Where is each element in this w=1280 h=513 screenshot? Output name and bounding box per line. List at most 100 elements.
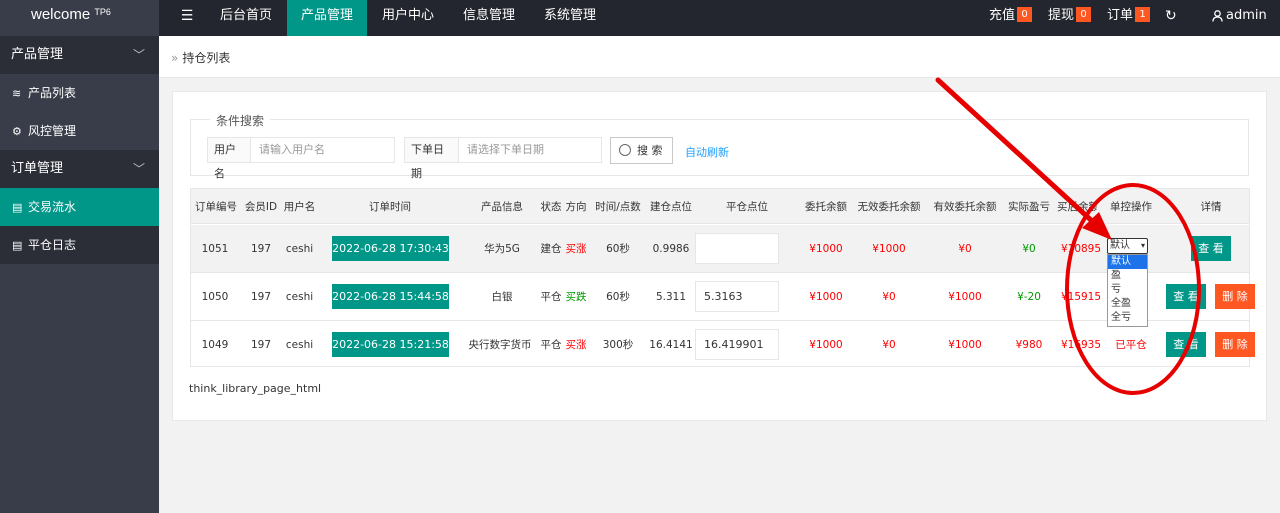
view-button[interactable]: 查 看 [1166,332,1206,357]
cell-status: 平仓 [540,291,562,303]
cell-pnl: ¥0 [1022,243,1036,255]
recharge-label: 充值 [989,8,1016,23]
single-op-select[interactable]: 默认 ▾ [1107,238,1148,254]
cell-pnl: ¥980 [1015,339,1043,351]
user-name: admin [1226,8,1267,23]
table-row: 1049 197 ceshi 2022-06-28 15:21:58 央行数字货… [191,321,1255,369]
recharge-badge: 0 [1017,7,1033,22]
app-logo[interactable]: welcome TP6 [0,0,159,36]
cell-username: ceshi [285,339,314,351]
cell-open-price: 0.9986 [652,243,690,255]
search-legend: 条件搜索 [210,112,271,129]
cell-product: 央行数字货币 [468,339,532,351]
sidebar-item-risk[interactable]: ⚙ 风控管理 [0,112,159,150]
main-panel: 条件搜索 用户名 请输入用户名 下单日期 请选择下单日期 搜 索 自动刷新 订单… [172,91,1267,421]
orders-badge: 1 [1135,7,1151,22]
sidebar-group-label: 订单管理 [11,161,64,176]
username-label: 用户名 [207,137,251,180]
sidebar-item-product-list[interactable]: ≋ 产品列表 [0,74,159,112]
closed-status: 已平仓 [1115,339,1147,351]
date-input[interactable]: 请选择下单日期 [458,137,602,163]
order-time-tag: 2022-06-28 15:21:58 [332,332,449,357]
date-label: 下单日期 [404,137,459,180]
search-button[interactable]: 搜 索 [610,137,673,164]
cell-order-id: 1049 [201,339,229,351]
col-order-id: 订单编号 [195,201,237,213]
order-time-tag: 2022-06-28 15:44:58 [332,284,449,309]
cell-invalid: ¥1000 [872,243,906,255]
option-all-loss[interactable]: 全亏 [1108,311,1147,325]
sidebar-item-label: 平仓日志 [28,238,77,252]
cell-valid: ¥1000 [948,339,982,351]
col-detail: 详情 [1200,201,1222,213]
nav-system[interactable]: 系统管理 [529,0,611,36]
chevron-down-icon: ﹀ [132,162,145,176]
cell-invalid: ¥0 [882,339,896,351]
cell-open-price: 5.311 [655,291,687,303]
sidebar-item-close-log[interactable]: ▤ 平仓日志 [0,226,159,264]
col-member-id: 会员ID [244,201,278,213]
nav-home[interactable]: 后台首页 [206,0,286,36]
nav-products[interactable]: 产品管理 [287,0,367,36]
pagination: think_library_page_html [189,382,322,395]
close-price-input[interactable]: 5.3163 [695,281,779,312]
sidebar-item-trades[interactable]: ▤ 交易流水 [0,188,159,226]
cell-member-id: 197 [250,339,272,351]
refresh-icon[interactable]: ↻ [1165,0,1177,36]
sidebar-group-products[interactable]: 产品管理 ﹀ [0,36,159,74]
username-input[interactable]: 请输入用户名 [250,137,395,163]
delete-button[interactable]: 删 除 [1215,284,1255,309]
user-menu[interactable]: admin [1212,0,1267,36]
search-button-label: 搜 索 [637,144,663,157]
recharge-link[interactable]: 充值 0 [989,0,1033,36]
col-valid: 有效委托余额 [933,201,997,213]
logo-sup: TP6 [94,7,111,17]
cell-balance: ¥16935 [1060,339,1102,351]
orders-link[interactable]: 订单 1 [1107,0,1151,36]
nav-info[interactable]: 信息管理 [449,0,529,36]
search-icon [619,144,631,156]
order-time-tag: 2022-06-28 17:30:43 [332,236,449,261]
cell-entrust: ¥1000 [809,291,843,303]
cell-entrust: ¥1000 [809,339,843,351]
delete-button[interactable]: 删 除 [1215,332,1255,357]
cell-status: 平仓 [540,339,562,351]
col-direction: 方向 [565,201,587,213]
sidebar-item-label: 产品列表 [28,86,77,100]
cell-username: ceshi [285,243,314,255]
close-price-input[interactable]: 16.419901 [695,329,779,360]
option-profit[interactable]: 盈 [1108,269,1147,283]
logo-text: welcome [31,6,91,23]
cell-direction: 买涨 [565,339,587,351]
sidebar-group-orders[interactable]: 订单管理 ﹀ [0,150,159,188]
document-icon: ▤ [12,201,23,214]
top-bar: welcome TP6 ☰ 后台首页 产品管理 用户中心 信息管理 系统管理 充… [0,0,1280,36]
cell-period: 300秒 [602,339,634,351]
withdraw-link[interactable]: 提现 0 [1048,0,1092,36]
breadcrumb: » 持仓列表 [171,49,230,66]
col-pnl: 实际盈亏 [1008,201,1050,213]
menu-toggle-icon[interactable]: ☰ [170,0,204,36]
withdraw-label: 提现 [1048,8,1075,23]
cell-valid: ¥0 [958,243,972,255]
view-button[interactable]: 查 看 [1166,284,1206,309]
cell-product: 白银 [491,291,513,303]
col-single-op: 单控操作 [1110,201,1152,213]
auto-refresh-link[interactable]: 自动刷新 [685,144,729,160]
cell-order-id: 1051 [201,243,229,255]
breadcrumb-current[interactable]: 持仓列表 [182,51,230,65]
orders-label: 订单 [1107,8,1134,23]
table-row: 1051 197 ceshi 2022-06-28 17:30:43 华为5G … [191,225,1249,273]
close-price-input[interactable] [695,233,779,264]
cell-username: ceshi [285,291,314,303]
option-loss[interactable]: 亏 [1108,283,1147,297]
view-button[interactable]: 查 看 [1191,236,1231,261]
option-default[interactable]: 默认 [1108,255,1147,269]
cell-direction: 买涨 [565,243,587,255]
sidebar-group-label: 产品管理 [11,47,64,62]
layers-icon: ≋ [12,87,22,100]
col-balance: 买后余额 [1057,201,1097,213]
col-entrust: 委托余额 [805,201,847,213]
option-all-profit[interactable]: 全盈 [1108,297,1147,311]
nav-users[interactable]: 用户中心 [367,0,449,36]
